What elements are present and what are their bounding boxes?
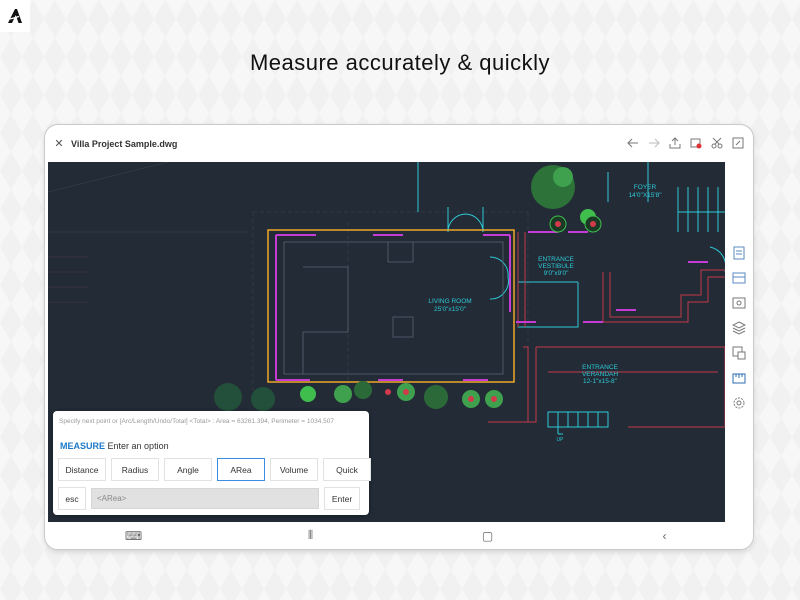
blocks-icon[interactable]	[730, 344, 748, 362]
label-verandah-dim: 12-1"x15-8"	[583, 378, 618, 385]
file-name: Villa Project Sample.dwg	[71, 138, 178, 149]
label-vestibule: ENTRANCE	[538, 256, 574, 263]
view-icon[interactable]	[730, 294, 748, 312]
command-line: MEASURE Enter an option	[60, 441, 169, 451]
label-living: LIVING ROOM	[428, 298, 471, 305]
headline: Measure accurately & quickly	[249, 50, 551, 75]
label-vestibule-dim: 9'0"x9'0"	[544, 270, 569, 277]
enter-button[interactable]: Enter	[324, 487, 360, 510]
measure-icon[interactable]	[730, 369, 748, 387]
recent-apps-icon[interactable]: ⦀	[251, 528, 371, 543]
share-icon[interactable]	[666, 135, 684, 151]
undo-icon[interactable]	[624, 135, 642, 151]
fullscreen-icon[interactable]	[729, 135, 747, 151]
command-keyword: MEASURE	[60, 441, 106, 451]
label-up: UP	[557, 437, 565, 443]
label-verandah: ENTRANCE	[582, 364, 618, 371]
command-input-row: esc <ARea> Enter	[58, 487, 360, 510]
toolbar	[624, 135, 747, 151]
back-icon[interactable]: ‹	[605, 529, 725, 543]
sheets-icon[interactable]	[730, 244, 748, 262]
right-toolbar	[725, 162, 753, 549]
keyboard-toggle-icon[interactable]: ⌨	[74, 529, 194, 543]
option-area-button[interactable]: ARea	[217, 458, 265, 481]
label-vestibule-2: VESTIBULE	[538, 263, 574, 270]
layouts-icon[interactable]	[730, 269, 748, 287]
option-quick-button[interactable]: Quick	[323, 458, 371, 481]
label-living-dim: 25'0"x15'0"	[434, 306, 467, 313]
system-nav-bar: ⌨ ⦀ ▢ ‹	[45, 522, 753, 549]
option-distance-button[interactable]: Distance	[58, 458, 106, 481]
command-hint: Specify next point or [Arc/Length/Undo/T…	[59, 418, 334, 425]
layers-icon[interactable]	[730, 319, 748, 337]
option-angle-button[interactable]: Angle	[164, 458, 212, 481]
home-icon[interactable]: ▢	[428, 529, 548, 543]
option-radius-button[interactable]: Radius	[111, 458, 159, 481]
redo-icon[interactable]	[645, 135, 663, 151]
label-foyer-dim: 14'0"X15'8"	[628, 192, 662, 199]
scissors-icon[interactable]	[708, 135, 726, 151]
command-prompt: Enter an option	[107, 441, 169, 451]
option-volume-button[interactable]: Volume	[270, 458, 318, 481]
autodesk-logo-icon	[0, 0, 30, 32]
measure-panel: Specify next point or [Arc/Length/Undo/T…	[53, 411, 371, 515]
area-selection	[267, 229, 515, 383]
label-verandah-2: VERANDAH	[582, 371, 618, 378]
measure-options: Distance Radius Angle ARea Volume Quick	[58, 458, 371, 481]
label-foyer: FOYER	[634, 184, 657, 191]
settings-icon[interactable]	[730, 394, 748, 412]
command-input[interactable]: <ARea>	[91, 488, 319, 509]
esc-button[interactable]: esc	[58, 487, 86, 510]
close-icon[interactable]: ✕	[47, 137, 71, 150]
cloud-off-icon[interactable]	[687, 135, 705, 151]
